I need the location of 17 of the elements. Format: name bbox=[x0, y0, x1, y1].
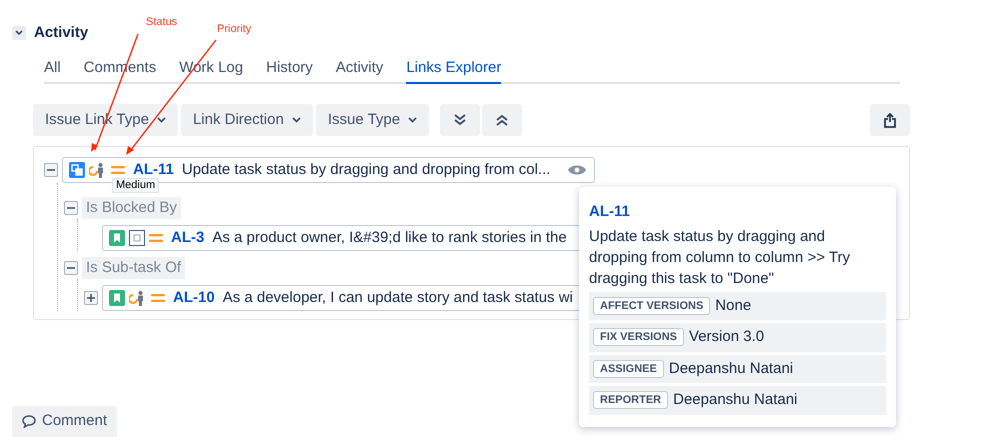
annotation-label: Priority bbox=[217, 22, 252, 37]
field-value: Version 3.0 bbox=[689, 327, 764, 347]
field-lozenge: REPORTER bbox=[593, 391, 668, 410]
issue-summary: As a developer, I can update story and task status wi bbox=[222, 288, 573, 308]
issue-summary: As a product owner, I&#39;d like to rank stories in the bbox=[212, 228, 567, 248]
field-lozenge: ASSIGNEE bbox=[593, 360, 664, 378]
field-value: None bbox=[715, 296, 752, 316]
field-value: Deepanshu Natani bbox=[673, 390, 798, 410]
issue-summary: Update task status by dragging and dropping from col... bbox=[182, 160, 550, 180]
field-lozenge: AFFECT VERSIONS bbox=[593, 296, 710, 315]
field-value: Deepanshu Natani bbox=[668, 358, 794, 378]
link-type-label: Is Sub-task Of bbox=[82, 257, 186, 279]
annotation-label: Status bbox=[146, 15, 178, 30]
link-type-label: Is Blocked By bbox=[82, 197, 181, 219]
tooltip: Medium bbox=[112, 178, 160, 193]
field-lozenge: FIX VERSIONS bbox=[593, 328, 684, 346]
section-title: Activity bbox=[34, 23, 88, 43]
